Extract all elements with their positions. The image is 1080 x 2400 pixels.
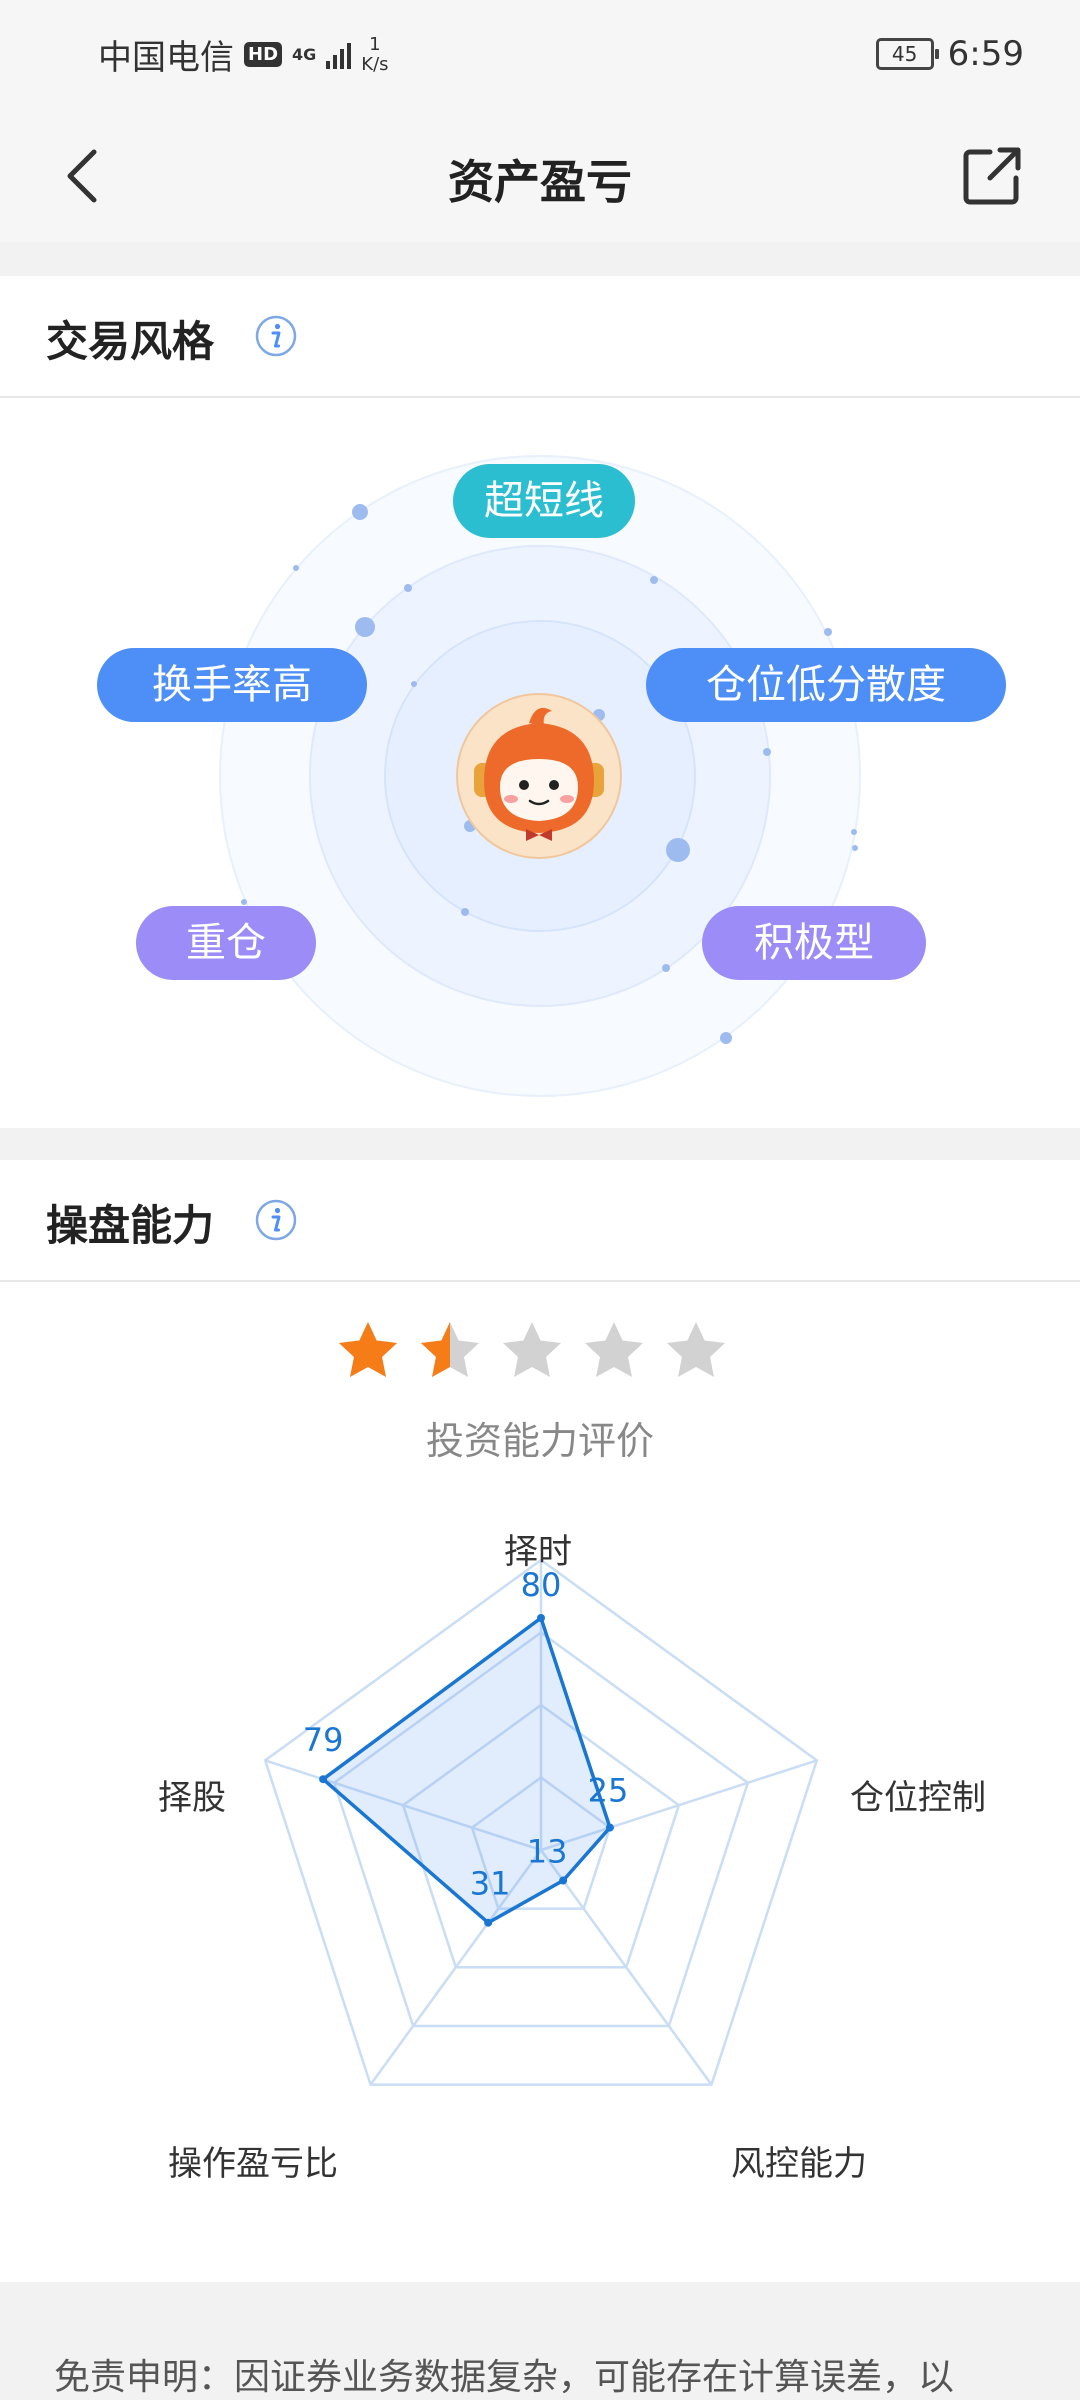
axis-label-risk-control: 风控能力 [731,2144,867,2184]
network-type: 4G [292,44,317,64]
star-icon [421,1322,479,1377]
star-icon [667,1322,725,1377]
clock: 6:59 [947,34,1024,74]
radar-series-area [321,1616,612,1925]
nav-bar: 资产盈亏 [0,110,1080,242]
info-icon[interactable] [254,314,298,358]
operation-ability-title: 操盘能力 [46,1201,215,1250]
signal-icon [326,41,352,69]
status-bar: 中国电信 HD 4G 1 K/s 45 6:59 [0,0,1080,110]
tag-low-dispersion[interactable]: 仓位低分散度 [646,648,1006,722]
speed-unit: K/s [361,53,389,75]
info-icon[interactable] [254,1198,298,1242]
rating-label: 投资能力评价 [425,1419,654,1463]
star-rating [334,1318,730,1386]
radar-point [319,1775,328,1784]
star-icon [585,1322,643,1377]
status-right: 45 6:59 [875,34,1024,74]
radar-value-label: 79 [303,1721,344,1759]
operation-ability-header: 操盘能力 [0,1160,1080,1282]
tag-aggressive[interactable]: 积极型 [702,906,926,980]
radar-point [537,1614,545,1622]
star-icon [503,1322,561,1377]
trading-style-title: 交易风格 [46,317,215,366]
battery-level: 45 [891,42,918,66]
trading-style-header: 交易风格 [0,276,1080,398]
tag-ultra-short[interactable]: 超短线 [453,464,635,538]
radar-value-label: 13 [527,1833,568,1871]
carrier-name: 中国电信 [98,38,234,78]
star-icon [339,1322,397,1377]
battery-icon: 45 [875,38,939,70]
axis-label-stock-picking: 择股 [158,1778,226,1818]
tag-heavy-position[interactable]: 重仓 [136,906,316,980]
disclaimer-section: 免责申明：因证券业务数据复杂，可能存在计算误差，以 [0,2282,1080,2400]
status-left: 中国电信 HD 4G 1 K/s [98,30,389,79]
radar-point [484,1918,493,1927]
network-speed: 1 K/s [361,33,389,75]
radar-point [559,1876,568,1885]
axis-label-position-control: 仓位控制 [850,1778,986,1818]
tag-high-turnover[interactable]: 换手率高 [97,648,367,722]
speed-value: 1 [369,33,381,55]
share-icon [963,147,1021,205]
mascot-avatar [456,693,622,859]
radar-value-label: 31 [470,1865,511,1903]
hd-badge: HD [244,42,283,67]
radar-value-label: 25 [588,1772,629,1810]
page-title: 资产盈亏 [448,155,632,209]
axis-label-profit-loss-ratio: 操作盈亏比 [168,2144,338,2184]
axis-label-timing: 择时 [504,1532,572,1572]
radar-point [605,1823,614,1832]
radar-chart: 8025133179 [263,1558,819,2086]
share-button[interactable] [960,144,1024,208]
disclaimer-text: 免责申明：因证券业务数据复杂，可能存在计算误差，以 [54,2357,955,2398]
